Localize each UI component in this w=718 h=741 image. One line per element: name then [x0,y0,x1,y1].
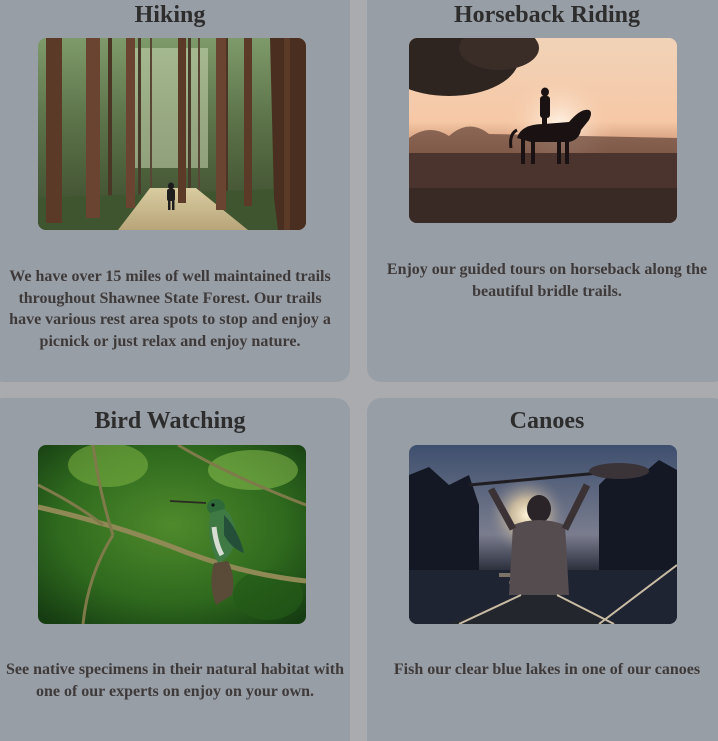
activity-description: We have over 15 miles of well maintained… [9,268,331,350]
forest-trail-hiker-photo [38,38,306,230]
canoe-paddler-sunset-photo [409,445,677,624]
activity-title: Canoes [509,408,585,434]
activity-title: Hiking [134,2,206,28]
activity-card-horseback-riding: Horseback Riding Enjoy our guided tours … [367,0,718,382]
activity-title: Horseback Riding [453,2,641,28]
activity-title: Bird Watching [94,408,246,434]
activity-card-canoes: Canoes Fish our clear blue lakes in one … [367,398,718,741]
activity-card-hiking: Hiking We have over 15 miles of well mai… [0,0,350,382]
activity-card-bird-watching: Bird Watching See native specimens in th… [0,398,350,741]
activity-description: See native specimens in their natural ha… [6,661,344,700]
activity-description: Fish our clear blue lakes in one of our … [393,661,701,678]
horse-rider-sunset-photo [409,38,677,223]
hummingbird-on-branch-photo [38,445,306,624]
activities-page: Hiking We have over 15 miles of well mai… [0,0,718,741]
activity-description: Enjoy our guided tours on horseback alon… [386,261,708,300]
